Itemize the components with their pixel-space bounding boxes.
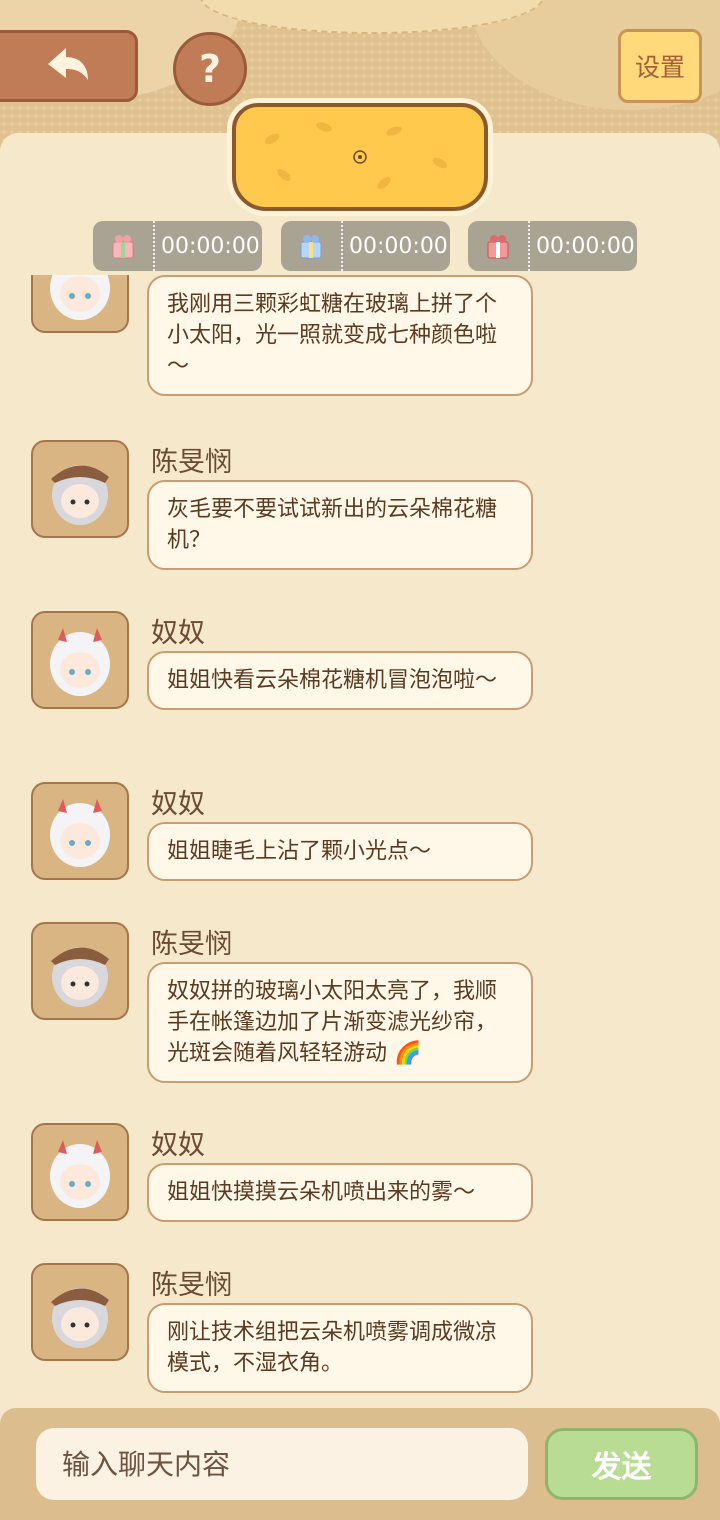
input-bar: 发送 (0, 1408, 720, 1520)
sender-name: 奴奴 (151, 618, 205, 649)
settings-label: 设置 (634, 53, 685, 82)
send-label: 发送 (591, 1450, 652, 1485)
timer-pink[interactable]: 00:00:00 (93, 221, 262, 271)
boy-avatar[interactable] (31, 922, 129, 1020)
chat-input[interactable] (36, 1428, 528, 1500)
sender-name: 陈旻悯 (151, 929, 232, 960)
back-button[interactable] (0, 30, 138, 102)
timer-bar: 00:00:00 00:00:00 00:00:00 (0, 221, 720, 273)
sender-name: 陈旻悯 (151, 1270, 232, 1301)
message-bubble: 姐姐睫毛上沾了颗小光点～ (147, 822, 533, 881)
message-bubble: 姐姐快看云朵棉花糖机冒泡泡啦～ (147, 651, 533, 710)
message-bubble: 奴奴拼的玻璃小太阳太亮了，我顺手在帐篷边加了片渐变滤光纱帘，光斑会随着风轻轻游动… (147, 962, 533, 1083)
pink-gift-icon (93, 221, 153, 271)
timer-value: 00:00:00 (528, 221, 637, 271)
girl-avatar[interactable] (31, 611, 129, 709)
back-arrow-icon (47, 48, 88, 80)
message-bubble: 我刚用三颗彩虹糖在玻璃上拼了个小太阳，光一照就变成七种颜色啦～ (147, 275, 533, 396)
settings-button[interactable]: 设置 (618, 29, 702, 103)
blue-gift-icon (281, 221, 341, 271)
send-button[interactable]: 发送 (545, 1428, 698, 1500)
timer-red[interactable]: 00:00:00 (468, 221, 637, 271)
chat-list[interactable]: 我刚用三颗彩虹糖在玻璃上拼了个小太阳，光一照就变成七种颜色啦～ 陈旻悯 灰毛要不… (0, 275, 720, 1405)
message-bubble: 姐姐快摸摸云朵机喷出来的雾～ (147, 1163, 533, 1222)
target-icon (353, 150, 367, 164)
timer-value: 00:00:00 (341, 221, 450, 271)
girl-avatar[interactable] (31, 275, 129, 333)
boy-avatar[interactable] (31, 440, 129, 538)
message-bubble: 灰毛要不要试试新出的云朵棉花糖机？ (147, 480, 533, 570)
message-bubble: 刚让技术组把云朵机喷雾调成微凉模式，不湿衣角。 (147, 1303, 533, 1393)
girl-avatar[interactable] (31, 782, 129, 880)
girl-avatar[interactable] (31, 1123, 129, 1221)
red-gift-icon (468, 221, 528, 271)
help-button[interactable]: ? (173, 32, 247, 106)
help-label: ? (198, 47, 222, 91)
sender-name: 奴奴 (151, 789, 205, 820)
title-badge (232, 103, 488, 211)
sender-name: 奴奴 (151, 1130, 205, 1161)
boy-avatar[interactable] (31, 1263, 129, 1361)
timer-blue[interactable]: 00:00:00 (281, 221, 450, 271)
timer-value: 00:00:00 (153, 221, 262, 271)
sender-name: 陈旻悯 (151, 447, 232, 478)
